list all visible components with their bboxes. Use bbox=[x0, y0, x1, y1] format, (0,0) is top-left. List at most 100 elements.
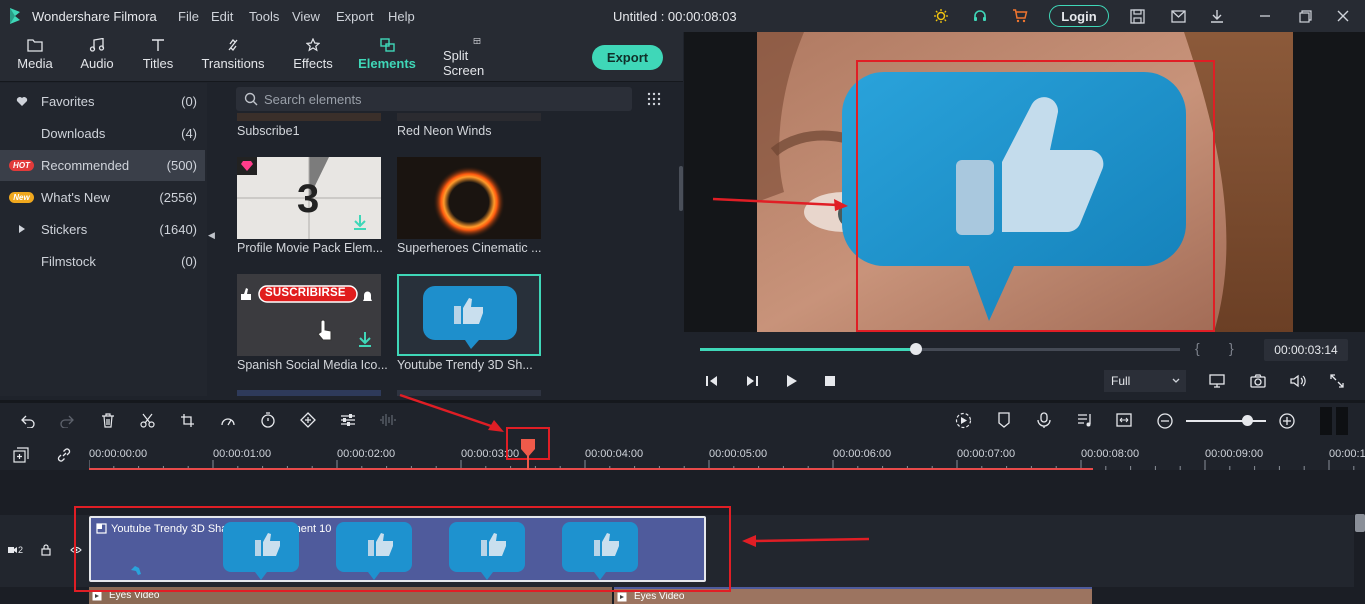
chevron-down-icon bbox=[1172, 378, 1180, 383]
timeline-scrollbar[interactable] bbox=[1355, 514, 1365, 532]
fit-timeline-icon[interactable] bbox=[1116, 413, 1132, 427]
cart-icon[interactable] bbox=[1010, 6, 1030, 26]
sidebar-item-whats-new[interactable]: New What's New (2556) bbox=[0, 182, 205, 213]
tab-elements[interactable]: Elements bbox=[357, 36, 417, 78]
menu-file[interactable]: File bbox=[178, 9, 199, 24]
element-thumb-partial[interactable] bbox=[237, 390, 381, 396]
sidebar-label: Favorites bbox=[41, 94, 95, 109]
quality-select[interactable]: Full bbox=[1104, 370, 1186, 392]
mail-icon[interactable] bbox=[1168, 6, 1188, 26]
delete-icon[interactable] bbox=[101, 413, 115, 428]
subscribe-text: SUSCRIBIRSE bbox=[265, 287, 346, 299]
sidebar-item-stickers[interactable]: Stickers (1640) bbox=[0, 214, 205, 245]
sidebar-label: What's New bbox=[41, 190, 110, 205]
keyframe-icon[interactable] bbox=[300, 412, 316, 428]
grid-view-icon[interactable] bbox=[647, 92, 661, 106]
audio-wave-icon[interactable] bbox=[379, 413, 397, 427]
zoom-in-icon[interactable] bbox=[1279, 413, 1295, 429]
element-thumb-profile-movie[interactable]: 3 bbox=[237, 157, 381, 239]
next-frame-icon[interactable] bbox=[745, 375, 759, 387]
audio-mixer-icon[interactable] bbox=[1077, 412, 1093, 428]
tab-titles[interactable]: Titles bbox=[139, 36, 177, 78]
stop-icon[interactable] bbox=[825, 376, 835, 386]
speed-icon[interactable] bbox=[220, 413, 236, 428]
crop-icon[interactable] bbox=[180, 413, 195, 428]
link-icon[interactable] bbox=[56, 447, 72, 463]
elements-scrollbar[interactable] bbox=[679, 166, 683, 211]
menu-view[interactable]: View bbox=[292, 9, 320, 24]
element-label: Subscribe1 bbox=[237, 124, 300, 138]
thumbs-up-bubble-graphic bbox=[423, 286, 517, 349]
headset-icon[interactable] bbox=[970, 6, 990, 26]
sidebar-item-favorites[interactable]: Favorites (0) bbox=[0, 86, 205, 117]
search-input[interactable]: Search elements bbox=[236, 87, 632, 111]
element-thumb-youtube-trendy[interactable] bbox=[397, 274, 541, 356]
menu-edit[interactable]: Edit bbox=[211, 9, 233, 24]
microphone-icon[interactable] bbox=[1037, 412, 1051, 428]
timeline-ruler[interactable]: 00:00:00:00 00:00:01:00 00:00:02:00 00:0… bbox=[0, 438, 1365, 470]
redo-icon[interactable] bbox=[60, 414, 74, 428]
previous-frame-icon[interactable] bbox=[705, 375, 719, 387]
element-thumb-subscribe1[interactable] bbox=[237, 113, 381, 121]
tab-audio[interactable]: Audio bbox=[77, 36, 117, 78]
tab-effects-label: Effects bbox=[293, 56, 333, 71]
snapshot-icon[interactable] bbox=[1250, 374, 1266, 388]
sidebar-item-recommended[interactable]: HOT Recommended (500) bbox=[0, 150, 205, 181]
search-icon bbox=[244, 92, 258, 106]
download-icon[interactable] bbox=[1207, 6, 1227, 26]
ruler-label: 00:00:08:00 bbox=[1081, 448, 1140, 460]
mark-in-icon[interactable]: { bbox=[1195, 340, 1200, 356]
save-icon[interactable] bbox=[1127, 6, 1147, 26]
annotation-arrow-clip bbox=[742, 535, 870, 547]
menu-export[interactable]: Export bbox=[336, 9, 374, 24]
ruler-label: 00:00:01:00 bbox=[213, 448, 272, 460]
sidebar-item-filmstock[interactable]: Filmstock (0) bbox=[0, 246, 205, 277]
tab-titles-label: Titles bbox=[142, 56, 174, 71]
minimize-icon[interactable] bbox=[1255, 6, 1275, 26]
zoom-slider-handle[interactable] bbox=[1242, 415, 1253, 426]
element-thumb-red-neon-winds[interactable] bbox=[397, 113, 541, 121]
close-icon[interactable] bbox=[1333, 6, 1353, 26]
timer-icon[interactable] bbox=[260, 412, 276, 428]
tab-transitions[interactable]: Transitions bbox=[201, 36, 265, 78]
zoom-out-icon[interactable] bbox=[1157, 413, 1173, 429]
element-thumb-superheroes[interactable] bbox=[397, 157, 541, 239]
element-label: Spanish Social Media Ico... bbox=[237, 358, 387, 372]
export-button[interactable]: Export bbox=[592, 45, 663, 70]
ruler-label: 00:00:09:00 bbox=[1205, 448, 1264, 460]
bulb-icon[interactable] bbox=[931, 6, 951, 26]
caret-right-icon[interactable] bbox=[19, 225, 25, 233]
app-name: Wondershare Filmora bbox=[32, 9, 157, 24]
scissors-icon[interactable] bbox=[140, 413, 155, 428]
tab-media[interactable]: Media bbox=[14, 36, 56, 78]
playback-handle[interactable] bbox=[910, 343, 922, 355]
sidebar-item-downloads[interactable]: Downloads (4) bbox=[0, 118, 205, 149]
sidebar-label: Recommended bbox=[41, 158, 130, 173]
playhead-handle[interactable] bbox=[519, 438, 537, 458]
add-track-icon[interactable] bbox=[13, 447, 29, 463]
lock-icon[interactable] bbox=[41, 544, 51, 556]
menu-help[interactable]: Help bbox=[388, 9, 415, 24]
zoom-slider[interactable] bbox=[1186, 420, 1266, 422]
undo-icon[interactable] bbox=[21, 414, 35, 428]
fullscreen-icon[interactable] bbox=[1330, 374, 1344, 388]
render-icon[interactable] bbox=[955, 412, 972, 429]
play-icon[interactable] bbox=[786, 374, 798, 388]
restore-icon[interactable] bbox=[1295, 6, 1315, 26]
effects-icon bbox=[306, 38, 320, 52]
tab-effects[interactable]: Effects bbox=[291, 36, 335, 78]
mark-out-icon[interactable]: } bbox=[1229, 340, 1234, 356]
adjust-icon[interactable] bbox=[340, 413, 356, 427]
tab-split-screen[interactable]: Split Screen bbox=[443, 36, 511, 78]
menu-tools[interactable]: Tools bbox=[249, 9, 279, 24]
ruler-label: 00:00:04:00 bbox=[585, 448, 644, 460]
marker-icon[interactable] bbox=[997, 412, 1011, 428]
display-icon[interactable] bbox=[1209, 374, 1225, 388]
element-thumb-spanish-social[interactable]: SUSCRIBIRSE bbox=[237, 274, 381, 356]
ruler-label: 00:00:00:00 bbox=[89, 448, 148, 460]
collapse-sidebar-icon[interactable]: ◀ bbox=[208, 230, 218, 250]
playback-progress bbox=[700, 348, 916, 351]
volume-icon[interactable] bbox=[1290, 374, 1306, 388]
login-button[interactable]: Login bbox=[1049, 5, 1109, 27]
split-screen-icon bbox=[473, 38, 481, 44]
